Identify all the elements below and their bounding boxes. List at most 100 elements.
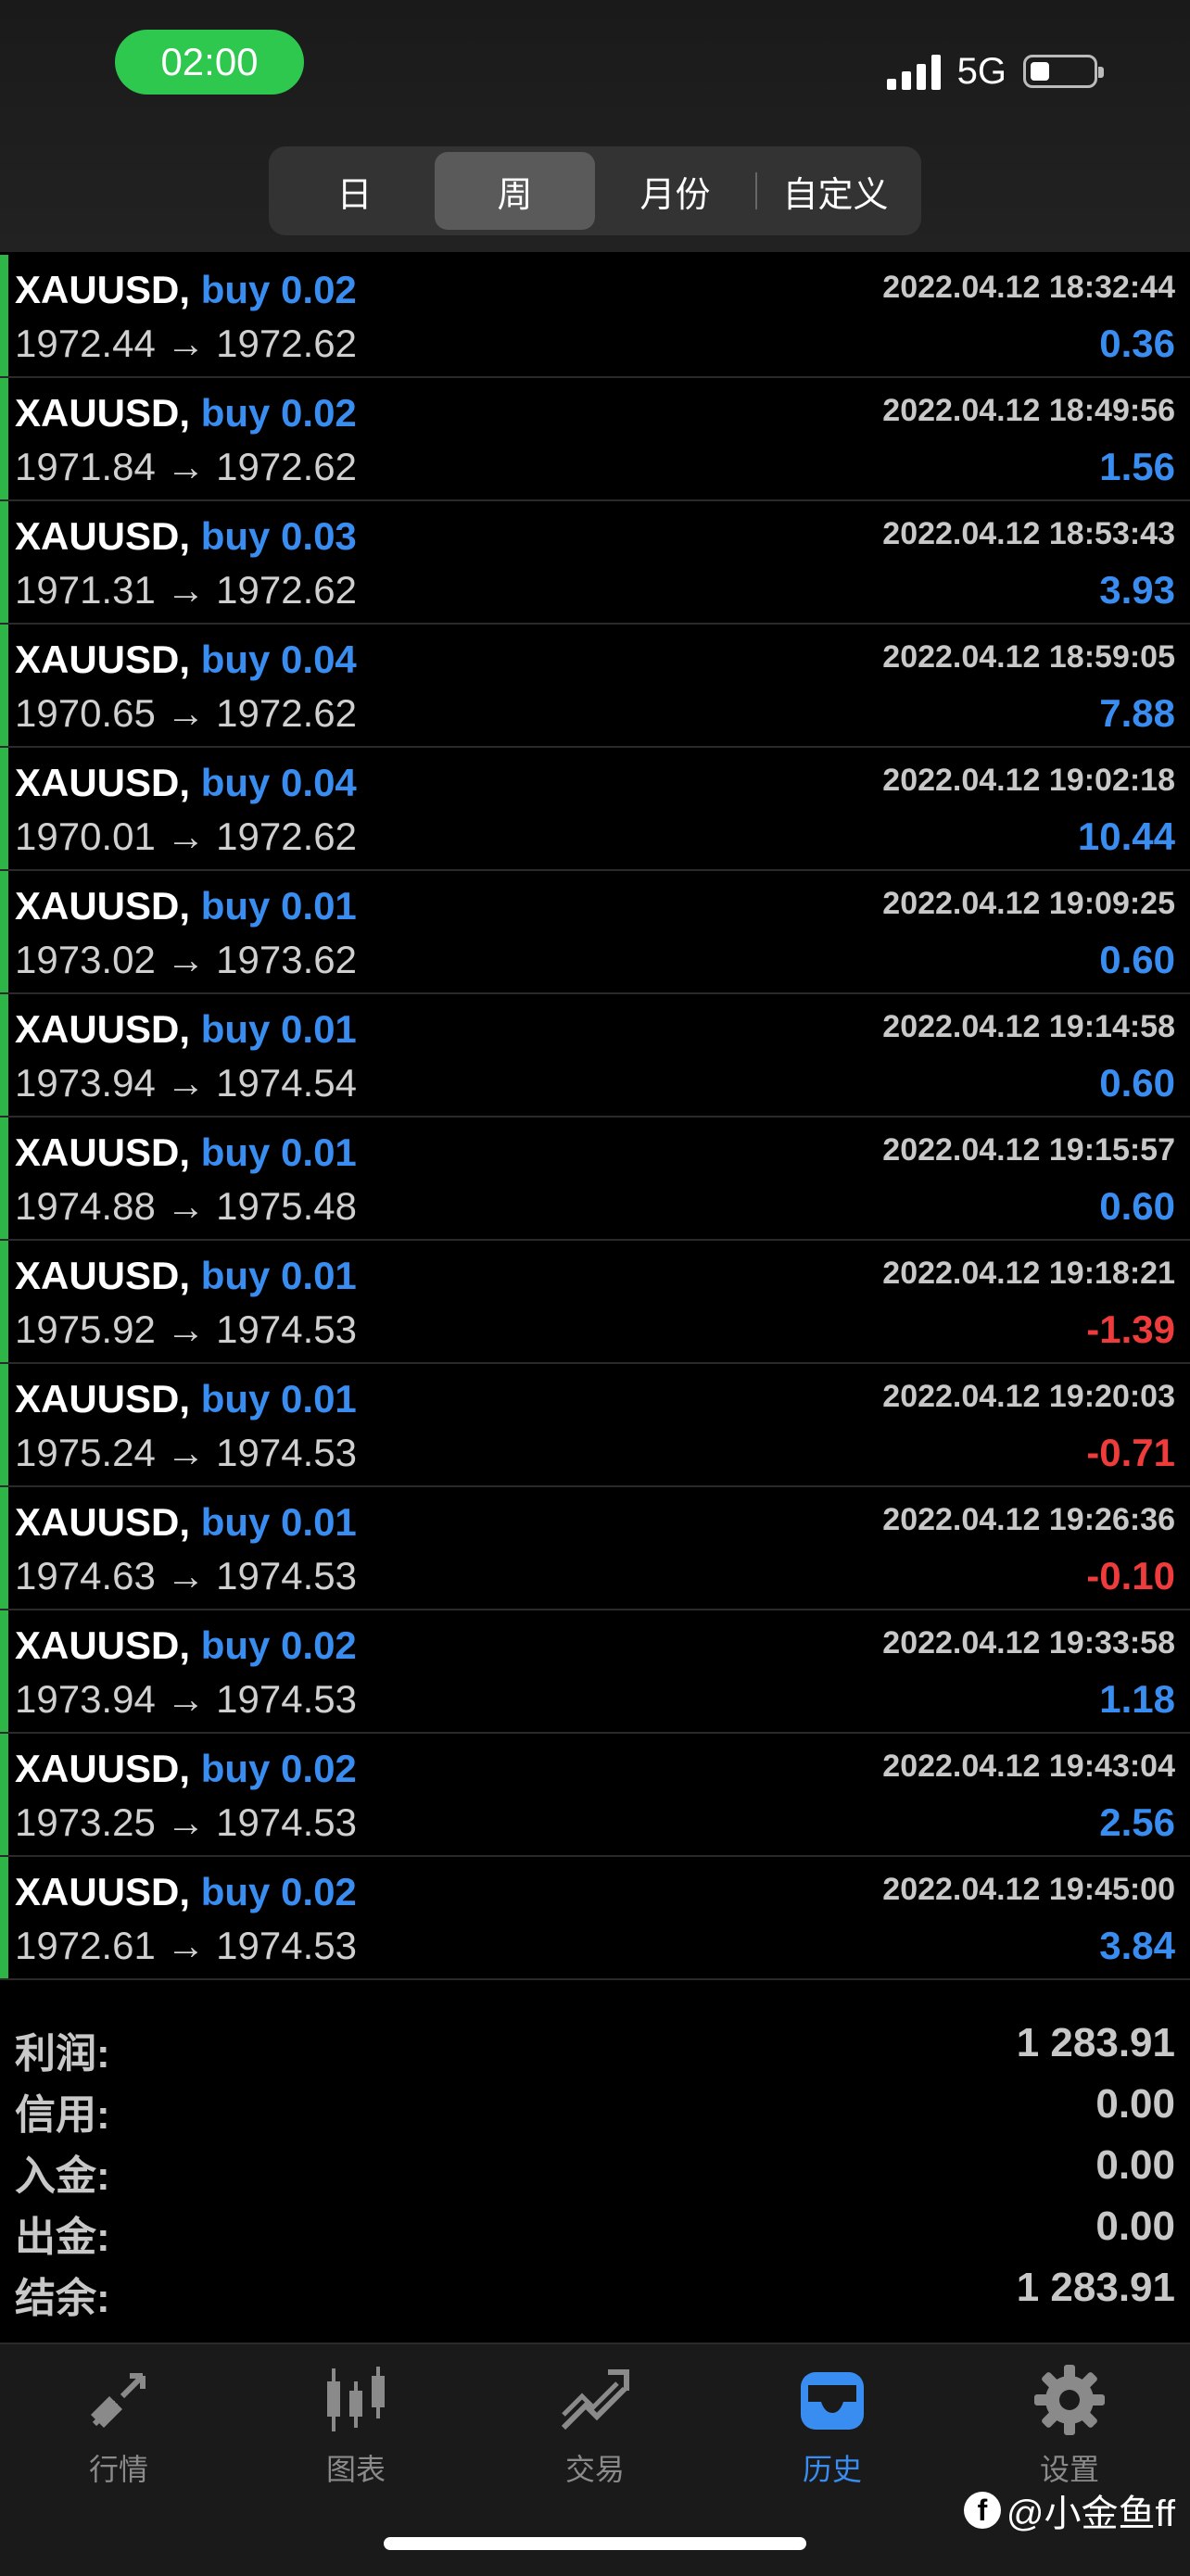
signal-icon	[886, 53, 941, 90]
trade-row[interactable]: XAUUSD, buy 0.02 2022.04.12 18:49:56 1971.…	[0, 378, 1190, 501]
segment-week[interactable]: 周	[435, 152, 595, 230]
trade-row[interactable]: XAUUSD, buy 0.01 2022.04.12 19:20:03 1975.…	[0, 1364, 1190, 1487]
trade-symbol: XAUUSD, buy 0.02	[15, 1870, 357, 1914]
trade-row[interactable]: XAUUSD, buy 0.04 2022.04.12 19:02:18 1970.…	[0, 748, 1190, 871]
trade-profit: 3.93	[1099, 568, 1175, 612]
battery-icon	[1023, 55, 1104, 88]
account-summary: 利润: 1 283.91 信用: 0.00 入金: 0.00 出金: 0.00 结余: 1 283…	[0, 2011, 1190, 2342]
trade-profit: 1.18	[1099, 1677, 1175, 1721]
symbol-code: XAUUSD,	[15, 514, 191, 558]
trade-trend-icon	[561, 2369, 629, 2431]
trade-symbol: XAUUSD, buy 0.01	[15, 1377, 357, 1421]
trade-row[interactable]: XAUUSD, buy 0.02 2022.04.12 19:43:04 1973.…	[0, 1734, 1190, 1857]
trade-profit: -0.10	[1086, 1554, 1175, 1597]
trade-datetime: 2022.04.12 19:45:00	[882, 1872, 1175, 1907]
trade-row[interactable]: XAUUSD, buy 0.02 2022.04.12 19:45:00 1972.…	[0, 1857, 1190, 1980]
trade-symbol: XAUUSD, buy 0.01	[15, 1007, 357, 1052]
trade-prices: 1973.94 → 1974.54	[15, 1061, 357, 1105]
trade-prices: 1973.02 → 1973.62	[15, 938, 357, 981]
summary-value: 0.00	[1095, 2203, 1175, 2249]
period-segmented-control: 日 周 月份 自定义	[269, 146, 921, 235]
trade-symbol: XAUUSD, buy 0.04	[15, 638, 357, 682]
trade-datetime: 2022.04.12 19:26:36	[882, 1502, 1175, 1537]
summary-label: 结余:	[15, 2276, 110, 2321]
candlestick-chart-icon	[327, 2367, 385, 2431]
trade-symbol: XAUUSD, buy 0.02	[15, 268, 357, 312]
trade-prices: 1971.31 → 1972.62	[15, 568, 357, 612]
trade-datetime: 2022.04.12 18:59:05	[882, 639, 1175, 675]
summary-label: 入金:	[15, 2153, 110, 2199]
tab-history[interactable]: 历史	[749, 2363, 916, 2493]
trade-profit: 0.60	[1099, 1061, 1175, 1105]
quotes-arrows-icon	[91, 2373, 146, 2428]
trade-profit: 3.84	[1099, 1924, 1175, 1967]
tab-chart[interactable]: 图表	[272, 2363, 439, 2493]
tab-label: 行情	[88, 2453, 148, 2486]
trade-symbol: XAUUSD, buy 0.02	[15, 391, 357, 436]
trade-row[interactable]: XAUUSD, buy 0.01 2022.04.12 19:18:21 1975.…	[0, 1241, 1190, 1364]
history-inbox-icon	[801, 2372, 864, 2430]
summary-row: 信用: 0.00	[0, 2072, 1190, 2138]
trade-profit: 0.36	[1099, 322, 1175, 365]
summary-value: 1 283.91	[1016, 2020, 1175, 2065]
trade-side-volume: buy 0.01	[200, 1377, 357, 1421]
trade-row[interactable]: XAUUSD, buy 0.01 2022.04.12 19:14:58 1973.…	[0, 994, 1190, 1118]
symbol-code: XAUUSD,	[15, 391, 191, 435]
network-type: 5G	[956, 50, 1006, 92]
trade-datetime: 2022.04.12 19:43:04	[882, 1749, 1175, 1784]
trade-prices: 1971.84 → 1972.62	[15, 445, 357, 488]
tab-quotes[interactable]: 行情	[35, 2363, 202, 2493]
trade-side-volume: buy 0.04	[200, 761, 357, 804]
trade-datetime: 2022.04.12 19:18:21	[882, 1256, 1175, 1291]
trade-datetime: 2022.04.12 19:15:57	[882, 1132, 1175, 1168]
summary-row: 结余: 1 283.91	[0, 2255, 1190, 2321]
segment-custom[interactable]: 自定义	[755, 152, 916, 230]
status-icons: 5G	[886, 48, 1104, 95]
symbol-code: XAUUSD,	[15, 761, 191, 804]
summary-value: 0.00	[1095, 2142, 1175, 2188]
trade-profit: 0.60	[1099, 1184, 1175, 1228]
trade-row[interactable]: XAUUSD, buy 0.03 2022.04.12 18:53:43 1971.…	[0, 501, 1190, 625]
trade-prices: 1975.92 → 1974.53	[15, 1307, 357, 1351]
trade-profit: 2.56	[1099, 1800, 1175, 1844]
symbol-code: XAUUSD,	[15, 638, 191, 681]
trade-side-volume: buy 0.01	[200, 1500, 357, 1544]
trade-row[interactable]: XAUUSD, buy 0.01 2022.04.12 19:09:25 1973.…	[0, 871, 1190, 994]
facebook-logo-icon: f	[963, 2492, 1001, 2529]
trade-side-volume: buy 0.04	[200, 638, 357, 681]
trade-prices: 1973.94 → 1974.53	[15, 1677, 357, 1721]
trade-row[interactable]: XAUUSD, buy 0.01 2022.04.12 19:26:36 1974.…	[0, 1487, 1190, 1610]
trade-prices: 1973.25 → 1974.53	[15, 1800, 357, 1844]
home-indicator[interactable]	[384, 2537, 806, 2550]
trade-datetime: 2022.04.12 18:49:56	[882, 393, 1175, 428]
symbol-code: XAUUSD,	[15, 1130, 191, 1174]
trade-symbol: XAUUSD, buy 0.01	[15, 1500, 357, 1545]
trade-datetime: 2022.04.12 19:02:18	[882, 763, 1175, 798]
trade-row[interactable]: XAUUSD, buy 0.04 2022.04.12 18:59:05 1970.…	[0, 625, 1190, 748]
segment-day[interactable]: 日	[274, 152, 435, 230]
segment-month[interactable]: 月份	[595, 152, 755, 230]
tab-label: 图表	[325, 2453, 386, 2486]
trade-symbol: XAUUSD, buy 0.01	[15, 884, 357, 928]
trade-side-volume: buy 0.02	[200, 268, 357, 311]
trade-side-volume: buy 0.02	[200, 391, 357, 435]
trade-profit: 10.44	[1077, 814, 1175, 858]
trade-row[interactable]: XAUUSD, buy 0.01 2022.04.12 19:15:57 1974.…	[0, 1118, 1190, 1241]
trade-row[interactable]: XAUUSD, buy 0.02 2022.04.12 19:33:58 1973.…	[0, 1610, 1190, 1734]
trade-history-list: XAUUSD, buy 0.02 2022.04.12 18:32:44 1972.…	[0, 255, 1190, 1980]
tab-trade[interactable]: 交易	[512, 2363, 678, 2493]
top-header: 02:00 5G 日 周 月份 自定义	[0, 0, 1190, 252]
trade-prices: 1974.88 → 1975.48	[15, 1184, 357, 1228]
trade-side-volume: buy 0.02	[200, 1623, 357, 1667]
trade-symbol: XAUUSD, buy 0.02	[15, 1623, 357, 1668]
trade-prices: 1974.63 → 1974.53	[15, 1554, 357, 1597]
symbol-code: XAUUSD,	[15, 1377, 191, 1421]
trade-prices: 1970.01 → 1972.62	[15, 814, 357, 858]
summary-label: 利润:	[15, 2031, 110, 2077]
trade-profit: -0.71	[1086, 1431, 1175, 1474]
trade-side-volume: buy 0.03	[200, 514, 357, 558]
tab-settings[interactable]: 设置	[986, 2363, 1153, 2493]
symbol-code: XAUUSD,	[15, 1007, 191, 1051]
trade-symbol: XAUUSD, buy 0.02	[15, 1747, 357, 1791]
trade-row[interactable]: XAUUSD, buy 0.02 2022.04.12 18:32:44 1972.…	[0, 255, 1190, 378]
